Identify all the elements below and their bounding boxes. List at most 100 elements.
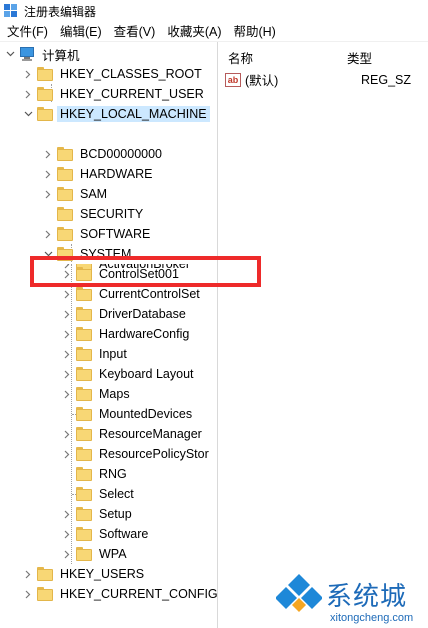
tree-item-driverdatabase[interactable]: DriverDatabase (61, 304, 189, 324)
chevron-right-icon[interactable] (61, 364, 73, 384)
computer-icon (19, 47, 35, 61)
tree-item-sam[interactable]: SAM (42, 184, 110, 204)
menu-help[interactable]: 帮助(H) (227, 22, 281, 42)
chevron-right-icon[interactable] (61, 504, 73, 524)
chevron-right-icon[interactable] (22, 564, 34, 584)
tree-item-input[interactable]: Input (61, 344, 130, 364)
tree-item-hardwareconfig[interactable]: HardwareConfig (61, 324, 192, 344)
tree-item-currentcontrolset[interactable]: CurrentControlSet (61, 284, 203, 304)
tree-label-hklm: HKEY_LOCAL_MACHINE (57, 106, 210, 122)
chevron-right-icon[interactable] (61, 384, 73, 404)
tree-item-resourcepolicystore[interactable]: ResourcePolicyStor (61, 444, 212, 464)
tree-label-hkcc: HKEY_CURRENT_CONFIG (60, 587, 218, 601)
chevron-right-icon[interactable] (22, 84, 34, 104)
tree-item-software-sys[interactable]: Software (61, 524, 151, 544)
ab-string-icon: ab (225, 72, 241, 87)
tree-item-mounteddevices[interactable]: MountedDevices (61, 404, 195, 424)
tree-item-maps[interactable]: Maps (61, 384, 133, 404)
tree-label-keyboardlayout: Keyboard Layout (99, 367, 194, 381)
tree-item-hkcu[interactable]: HKEY_CURRENT_USER (22, 84, 207, 104)
tree-item-setup[interactable]: Setup (61, 504, 135, 524)
value-row[interactable]: ab (默认) REG_SZ (225, 70, 425, 89)
tree-label-resourcepolicystore: ResourcePolicyStor (99, 447, 209, 461)
chevron-right-icon[interactable] (61, 524, 73, 544)
tree-label-setup: Setup (99, 507, 132, 521)
tree-item-resourcemanager[interactable]: ResourceManager (61, 424, 205, 444)
watermark-text: 系统城 (326, 582, 408, 612)
folder-icon (37, 67, 53, 81)
tree-label-sam: SAM (80, 187, 108, 201)
site-watermark: 系统城 xitongcheng.com (272, 570, 428, 628)
folder-icon (37, 87, 53, 101)
tree-item-rng[interactable]: RNG (61, 464, 130, 484)
tree-item-security[interactable]: SECURITY (42, 204, 146, 224)
folder-icon (76, 427, 92, 441)
tree-label-hardware: HARDWARE (80, 167, 153, 181)
chevron-right-icon[interactable] (42, 144, 54, 164)
watermark-url: xitongcheng.com (330, 612, 414, 624)
tree-label-security: SECURITY (80, 207, 144, 221)
annotation-highlight-box (30, 256, 261, 287)
tree-item-keyboardlayout[interactable]: Keyboard Layout (61, 364, 197, 384)
tree-label-select: Select (99, 487, 134, 501)
tree-label-mounteddevices: MountedDevices (99, 407, 193, 421)
chevron-right-icon[interactable] (22, 64, 34, 84)
chevron-right-icon[interactable] (61, 344, 73, 364)
registry-values-pane[interactable]: 名称 类型 ab (默认) REG_SZ (219, 42, 428, 628)
folder-icon (57, 187, 73, 201)
folder-icon (76, 527, 92, 541)
tree-label-driverdatabase: DriverDatabase (99, 307, 186, 321)
menu-file[interactable]: 文件(F) (0, 22, 54, 42)
tree-item-select[interactable]: Select (61, 484, 137, 504)
tree-label-hardwareconfig: HardwareConfig (99, 327, 190, 341)
chevron-right-icon[interactable] (61, 304, 73, 324)
tree-item-hardware[interactable]: HARDWARE (42, 164, 155, 184)
folder-icon (76, 327, 92, 341)
chevron-right-icon[interactable] (61, 444, 73, 464)
menu-edit[interactable]: 编辑(E) (54, 22, 108, 42)
chevron-right-icon[interactable] (42, 164, 54, 184)
folder-icon (76, 347, 92, 361)
chevron-right-icon[interactable] (61, 284, 73, 304)
folder-icon (76, 507, 92, 521)
tree-label-software: SOFTWARE (80, 227, 151, 241)
tree-item-wpa[interactable]: WPA (61, 544, 130, 564)
menu-bar: 文件(F) 编辑(E) 查看(V) 收藏夹(A) 帮助(H) (0, 22, 428, 42)
menu-view[interactable]: 查看(V) (108, 22, 162, 42)
tree-label-software-sys: Software (99, 527, 149, 541)
tree-label-input: Input (99, 347, 127, 361)
chevron-right-icon[interactable] (42, 184, 54, 204)
chevron-down-icon[interactable] (22, 104, 34, 124)
menu-favorites[interactable]: 收藏夹(A) (161, 22, 227, 42)
tree-item-computer[interactable]: 计算机 (4, 44, 83, 64)
tree-item-software[interactable]: SOFTWARE (42, 224, 153, 244)
column-header-type[interactable]: 类型 (347, 48, 372, 67)
folder-icon (37, 587, 53, 601)
tree-item-hklm[interactable]: HKEY_LOCAL_MACHINE (22, 104, 210, 124)
folder-icon (57, 207, 73, 221)
folder-icon (57, 167, 73, 181)
chevron-right-icon[interactable] (42, 224, 54, 244)
folder-icon (76, 287, 92, 301)
value-type: REG_SZ (361, 72, 412, 87)
tree-label-maps: Maps (99, 387, 130, 401)
folder-icon (37, 107, 53, 121)
folder-icon (76, 467, 92, 481)
chevron-down-icon[interactable] (4, 44, 16, 64)
registry-tree-pane[interactable]: 计算机 HKEY_CLASSES_ROOT HKEY_CURRENT_USER … (0, 42, 218, 628)
column-header-name[interactable]: 名称 (228, 48, 253, 67)
chevron-right-icon[interactable] (61, 544, 73, 564)
tree-item-hkcc[interactable]: HKEY_CURRENT_CONFIG (22, 584, 218, 604)
tree-label-resourcemanager: ResourceManager (99, 427, 202, 441)
regedit-app-icon (4, 4, 18, 18)
tree-item-hkcr[interactable]: HKEY_CLASSES_ROOT (22, 64, 205, 84)
chevron-right-icon[interactable] (22, 584, 34, 604)
chevron-right-icon[interactable] (61, 324, 73, 344)
watermark-logo-icon (276, 574, 322, 612)
tree-item-bcd[interactable]: BCD00000000 (42, 144, 165, 164)
tree-item-hku[interactable]: HKEY_USERS (22, 564, 147, 584)
chevron-right-icon[interactable] (61, 424, 73, 444)
